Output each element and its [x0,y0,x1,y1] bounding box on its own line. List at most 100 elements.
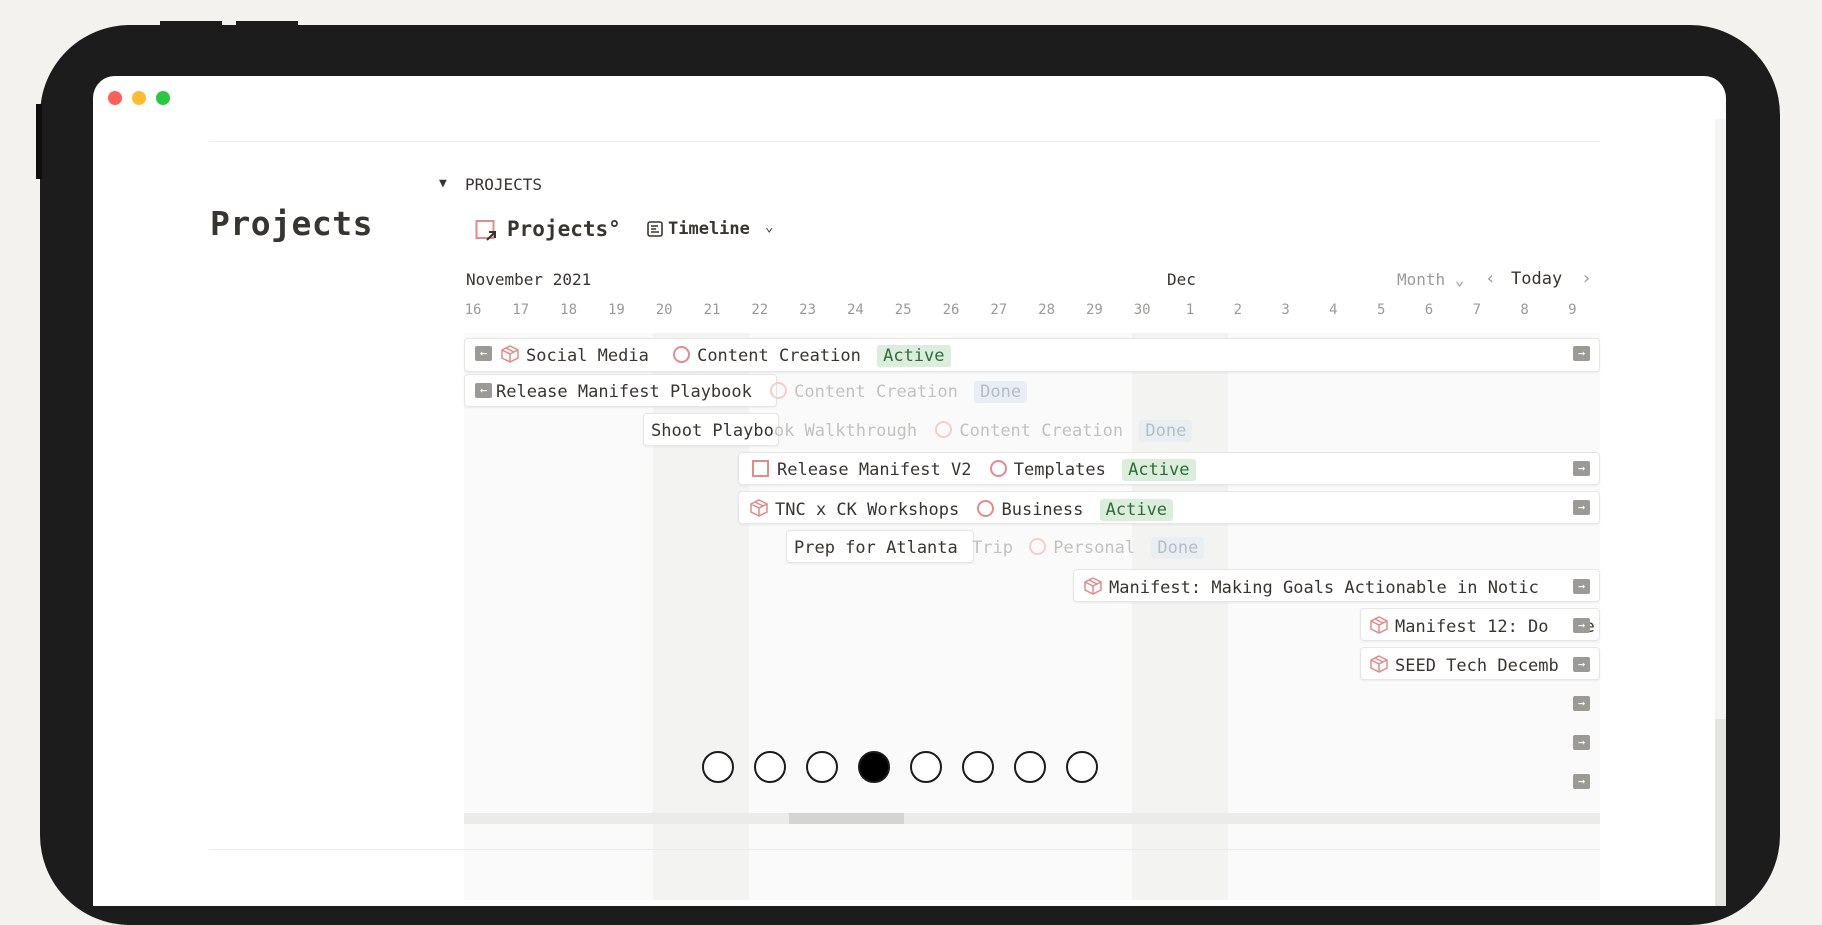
arrow-right-icon[interactable]: → [1573,657,1590,672]
database-title[interactable]: Projects° [507,217,621,241]
timeline-row[interactable]: Shoot Playbook Walkthrough Content Creat… [651,420,1193,442]
linked-database-icon [475,220,496,241]
category-name: Business [1001,500,1084,520]
day-label: 8 [1520,302,1529,318]
view-selector[interactable]: Timeline [668,219,750,239]
pagination-dot[interactable] [858,751,890,783]
pagination-dot[interactable] [702,751,734,783]
status-badge: Active [1122,459,1196,481]
circle-icon [770,382,788,399]
day-label: 4 [1329,302,1338,318]
project-name: Release Manifest Playbook [496,382,752,402]
pagination-dot[interactable] [806,751,838,783]
minimize-window-button[interactable] [132,91,146,105]
project-name: Shoot Playbo [651,421,774,441]
arrow-right-icon[interactable]: → [1573,461,1590,476]
status-badge: Done [974,381,1028,403]
project-name-overflow: ok Walkthrough [773,421,918,441]
day-label: 28 [1038,302,1056,318]
circle-icon [935,421,953,438]
day-label: 16 [464,302,482,318]
day-label: 7 [1472,302,1482,318]
circle-icon [977,500,995,517]
project-name: Manifest: Making Goals Actionable in Not… [1109,578,1539,598]
timeline-row[interactable]: Release Manifest Playbook Content Creati… [496,381,1028,403]
device-button-top [160,21,222,27]
project-name: Release Manifest V2 [777,460,972,480]
category-name: Content Creation [697,346,861,366]
pagination-dot[interactable] [1014,751,1046,783]
project-name: Manifest 12: Do [1395,617,1549,637]
timeline-scrollbar[interactable] [464,813,1600,824]
timeline-row[interactable]: Manifest: Making Goals Actionable in Not… [1083,576,1573,598]
day-label: 19 [607,302,625,318]
pagination-dot[interactable] [962,751,994,783]
project-name: TNC x CK Workshops [775,500,960,520]
project-name: Social Media [526,346,649,366]
project-name: SEED Tech Decemb [1395,656,1559,676]
day-label: 30 [1133,302,1151,318]
day-label: 17 [512,302,530,318]
category-name: Templates [1013,460,1106,480]
status-badge: Active [877,345,951,367]
divider [209,849,1600,850]
chevron-right-icon[interactable]: › [1581,268,1592,289]
arrow-right-icon[interactable]: → [1573,696,1590,711]
day-label: 3 [1281,302,1290,318]
arrow-left-icon[interactable]: ← [475,346,492,361]
status-badge: Done [1151,537,1205,559]
timeline-view-icon [647,221,663,237]
day-label: 22 [751,302,769,318]
day-label: 25 [894,302,912,318]
category-name: Content Creation [794,382,958,402]
day-label: 23 [799,302,817,318]
window-scrollbar-thumb[interactable] [1715,719,1726,906]
arrow-right-icon[interactable]: → [1573,618,1590,633]
project-name-overflow: Trip [972,538,1013,558]
timeline-row[interactable]: Release Manifest V2 Templates Active [752,459,1196,481]
app-window: Projects ▼ PROJECTS Projects° Timeline ⌄… [93,76,1726,906]
package-icon [750,499,768,517]
timeline-scrollbar-thumb[interactable] [789,813,904,824]
day-label: 24 [846,302,864,318]
day-label: 26 [942,302,960,318]
arrow-right-icon[interactable]: → [1573,735,1590,750]
pagination-dot[interactable] [910,751,942,783]
category-name: Personal [1053,538,1136,558]
chevron-down-icon[interactable]: ⌄ [765,219,773,235]
close-window-button[interactable] [108,91,122,105]
day-label: 5 [1376,302,1386,318]
day-label: 18 [560,302,578,318]
project-name: Prep for Atlanta [794,538,958,558]
package-icon [1084,577,1102,595]
day-label: 1 [1185,302,1195,318]
timeline-row[interactable]: SEED Tech Decembr [1369,654,1585,676]
scale-selector[interactable]: Month ⌄ [1397,270,1464,289]
day-label: 27 [990,302,1008,318]
square-icon [752,460,769,477]
day-label: 29 [1085,302,1103,318]
day-label: 6 [1424,302,1434,318]
device-button-top [236,21,298,27]
arrow-right-icon[interactable]: → [1573,579,1590,594]
timeline-row[interactable]: Manifest 12: Doe [1369,615,1595,637]
timeline-row[interactable]: Social Media Content Creation Active [500,344,951,367]
arrow-right-icon[interactable]: → [1573,346,1590,361]
chevron-left-icon[interactable]: ‹ [1485,268,1496,289]
timeline-row[interactable]: Prep for Atlanta Trip Personal Done [794,537,1205,559]
arrow-right-icon[interactable]: → [1573,774,1590,789]
pagination-dot[interactable] [754,751,786,783]
package-icon [501,345,519,363]
day-label: 21 [703,302,721,318]
pagination-dot[interactable] [1066,751,1098,783]
section-label: PROJECTS [465,175,543,194]
arrow-left-icon[interactable]: ← [475,383,492,398]
today-button[interactable]: Today [1511,269,1562,289]
toggle-triangle-icon[interactable]: ▼ [439,176,447,191]
arrow-right-icon[interactable]: → [1573,500,1590,515]
page-title: Projects [210,204,373,243]
package-icon [1370,616,1388,634]
day-label: 9 [1568,302,1577,318]
maximize-window-button[interactable] [156,91,170,105]
timeline-row[interactable]: TNC x CK Workshops Business Active [749,498,1174,521]
